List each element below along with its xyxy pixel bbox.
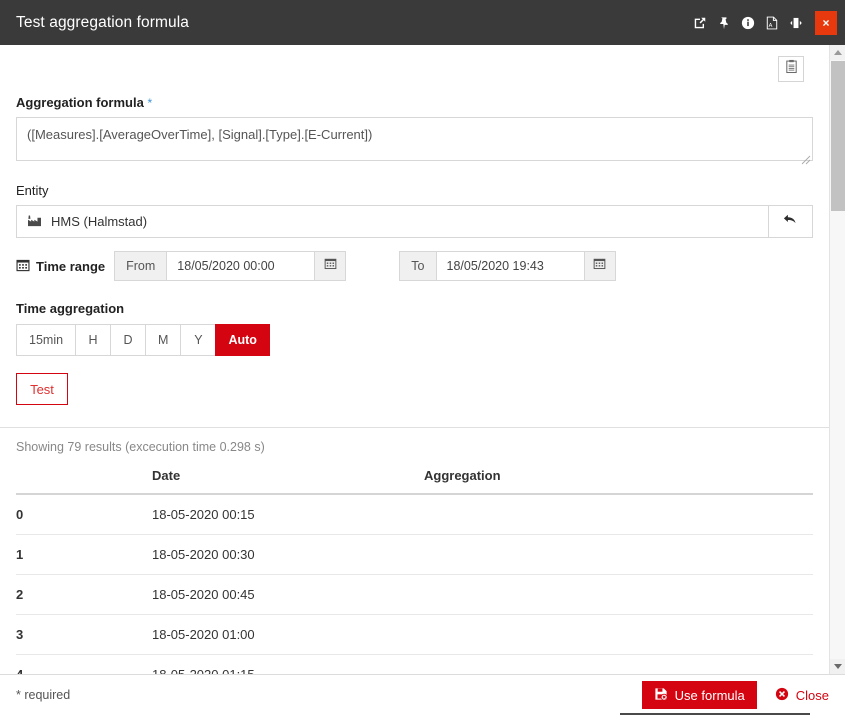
row-date: 18-05-2020 00:15	[44, 494, 424, 535]
calendar-picker-icon	[593, 257, 606, 275]
entity-row: HMS (Halmstad)	[16, 205, 813, 238]
time-aggregation-option-d[interactable]: D	[110, 324, 146, 356]
table-row[interactable]: 3 18-05-2020 01:00	[16, 614, 813, 655]
info-icon[interactable]	[737, 10, 759, 36]
results-table: Date Aggregation 0 18-05-2020 00:15 1 18…	[16, 458, 813, 674]
calendar-icon	[16, 258, 30, 275]
dialog-scrollbar[interactable]	[829, 45, 845, 674]
row-date: 18-05-2020 01:00	[44, 614, 424, 655]
time-range-label: Time range	[16, 258, 105, 275]
results-info: Showing 79 results (excecution time 0.29…	[16, 440, 265, 454]
row-index: 2	[16, 574, 44, 615]
row-index: 0	[16, 494, 44, 535]
to-datetime-group: To 18/05/2020 19:43	[399, 251, 616, 281]
test-aggregation-formula-dialog: Test aggregation formula A × Aggregation…	[0, 0, 845, 715]
close-icon[interactable]: ×	[815, 10, 837, 35]
row-date: 18-05-2020 00:45	[44, 574, 424, 615]
titlebar-actions: A ×	[689, 0, 845, 45]
entity-value: HMS (Halmstad)	[51, 214, 148, 229]
table-row[interactable]: 1 18-05-2020 00:30	[16, 534, 813, 575]
clipboard-icon	[784, 59, 799, 79]
entity-label: Entity	[16, 183, 49, 198]
dialog-body: Aggregation formula * Entity	[0, 45, 845, 674]
row-index: 1	[16, 534, 44, 575]
row-aggregation	[424, 574, 813, 615]
entity-back-button[interactable]	[769, 205, 813, 238]
calendar-picker-icon	[324, 257, 337, 275]
scroll-up-arrow-icon[interactable]	[830, 45, 845, 60]
table-row[interactable]: 2 18-05-2020 00:45	[16, 574, 813, 615]
aggregation-formula-label: Aggregation formula *	[16, 95, 813, 110]
time-range-label-text: Time range	[36, 258, 106, 274]
time-aggregation-option-y[interactable]: Y	[180, 324, 216, 356]
form-content: Aggregation formula * Entity	[0, 45, 829, 674]
use-formula-button[interactable]: Use formula	[641, 681, 757, 709]
open-external-icon[interactable]	[689, 10, 711, 36]
svg-text:A: A	[769, 22, 773, 28]
time-aggregation-option-m[interactable]: M	[145, 324, 181, 356]
from-datetime-group: From 18/05/2020 00:00	[114, 251, 347, 281]
time-aggregation-group: 15min H D M Y Auto	[16, 324, 270, 356]
use-formula-label: Use formula	[674, 687, 745, 703]
paste-formula-button[interactable]	[778, 56, 804, 82]
table-row[interactable]: 0 18-05-2020 00:15	[16, 494, 813, 535]
row-date: 18-05-2020 01:15	[44, 654, 424, 674]
dialog-footer: * required Use formula Close	[0, 674, 845, 715]
undo-arrow-icon	[783, 212, 799, 231]
formula-input-wrap	[16, 117, 813, 166]
required-note: * required	[16, 688, 71, 702]
dialog-title: Test aggregation formula	[16, 13, 189, 31]
results-col-aggregation: Aggregation	[424, 458, 813, 495]
row-index: 4	[16, 654, 44, 674]
cancel-circle-icon	[775, 687, 789, 704]
scroll-down-arrow-icon[interactable]	[830, 659, 845, 674]
results-col-index	[16, 458, 44, 495]
time-aggregation-option-auto[interactable]: Auto	[215, 324, 270, 356]
dialog-scroll-region: Aggregation formula * Entity	[0, 45, 829, 674]
time-aggregation-option-h[interactable]: H	[75, 324, 111, 356]
time-range-row: Time range From 18/05/2020 00:00 To 18/0…	[16, 251, 813, 281]
to-calendar-button[interactable]	[584, 251, 616, 281]
row-date: 18-05-2020 00:30	[44, 534, 424, 575]
close-button[interactable]: Close	[775, 687, 829, 704]
test-button[interactable]: Test	[16, 373, 68, 405]
results-table-header-row: Date Aggregation	[16, 458, 813, 495]
expand-width-icon[interactable]	[785, 10, 807, 36]
entity-input[interactable]: HMS (Halmstad)	[16, 205, 769, 238]
time-aggregation-label: Time aggregation	[16, 301, 125, 316]
from-datetime-input[interactable]: 18/05/2020 00:00	[167, 251, 316, 281]
aggregation-formula-input[interactable]	[16, 117, 813, 161]
row-index: 3	[16, 614, 44, 655]
time-aggregation-option-15min[interactable]: 15min	[16, 324, 76, 356]
results-col-date: Date	[44, 458, 424, 495]
row-aggregation	[424, 494, 813, 535]
from-label: From	[114, 251, 168, 281]
to-datetime-input[interactable]: 18/05/2020 19:43	[436, 251, 585, 281]
row-aggregation	[424, 654, 813, 674]
dialog-titlebar: Test aggregation formula A ×	[0, 0, 845, 45]
paste-row	[16, 45, 813, 82]
factory-icon	[27, 214, 42, 230]
aggregation-formula-label-text: Aggregation formula	[16, 95, 144, 110]
row-aggregation	[424, 614, 813, 655]
required-marker: *	[147, 96, 153, 110]
to-label: To	[399, 251, 437, 281]
pdf-export-icon[interactable]: A	[761, 10, 783, 36]
close-label: Close	[795, 687, 829, 703]
row-aggregation	[424, 534, 813, 575]
table-row[interactable]: 4 18-05-2020 01:15	[16, 654, 813, 674]
save-formula-icon	[654, 687, 668, 704]
pin-icon[interactable]	[713, 10, 735, 36]
scrollbar-thumb[interactable]	[831, 61, 845, 211]
from-calendar-button[interactable]	[315, 251, 347, 281]
